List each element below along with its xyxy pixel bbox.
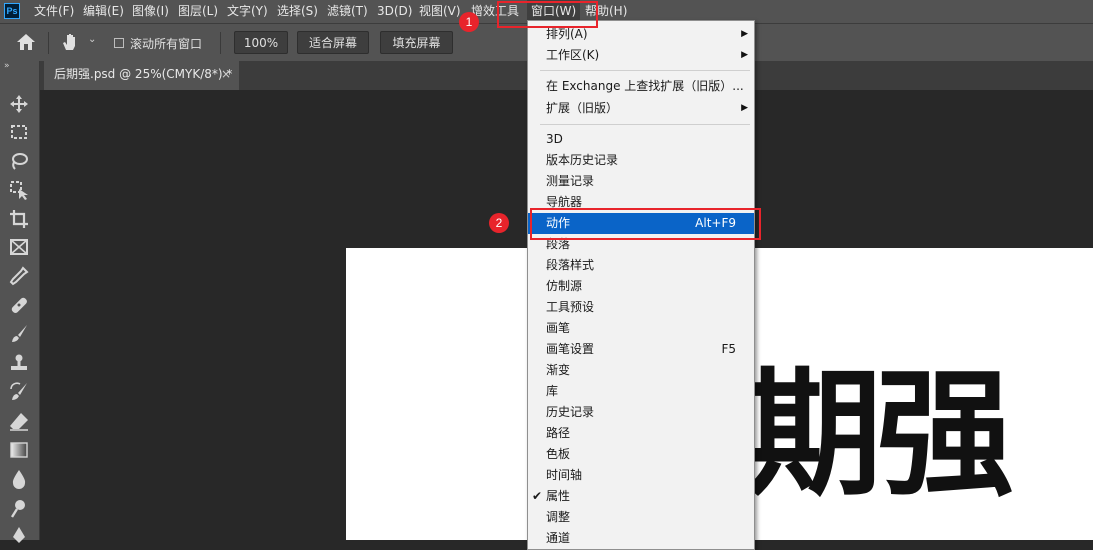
chevron-down-icon[interactable]: ⌄	[88, 34, 96, 45]
tools-panel: »	[0, 61, 40, 543]
close-icon[interactable]: ×	[221, 61, 231, 88]
photoshop-logo-icon: Ps	[4, 3, 20, 19]
menu-separator	[540, 124, 750, 125]
menu-file[interactable]: 文件(F)	[34, 0, 74, 23]
menu-layer[interactable]: 图层(L)	[178, 0, 218, 23]
menu-item-label: 库	[546, 384, 559, 398]
fit-screen-button[interactable]: 适合屏幕	[297, 31, 369, 54]
submenu-arrow-icon: ▶	[741, 29, 748, 39]
menu-item-label: 历史记录	[546, 405, 595, 419]
menu-item-brush-settings[interactable]: 画笔设置 F5	[528, 339, 754, 360]
collapse-panel-icon[interactable]: »	[4, 61, 10, 71]
menu-item-label: 画笔	[546, 321, 571, 335]
healing-brush-tool-icon[interactable]	[8, 294, 32, 316]
menu-item-timeline[interactable]: 时间轴	[528, 465, 754, 486]
menu-item-label: 色板	[546, 447, 571, 461]
submenu-arrow-icon: ▶	[741, 50, 748, 60]
menu-item-label: 工具预设	[546, 300, 595, 314]
menu-item-adjustments[interactable]: 调整	[528, 507, 754, 528]
zoom-100-button[interactable]: 100%	[234, 31, 288, 54]
canvas-text: 期强	[744, 354, 1014, 515]
object-selection-tool-icon[interactable]	[8, 179, 32, 201]
annotation-box-window-menu	[497, 1, 598, 28]
eyedropper-tool-icon[interactable]	[8, 265, 32, 287]
menu-item-channels[interactable]: 通道	[528, 528, 754, 549]
lasso-tool-icon[interactable]	[8, 150, 32, 172]
menu-filter[interactable]: 滤镜(T)	[327, 0, 368, 23]
menu-item-label: 测量记录	[546, 174, 595, 188]
menu-item-find-extensions[interactable]: 在 Exchange 上查找扩展（旧版）...	[528, 76, 754, 97]
brush-tool-icon[interactable]	[8, 323, 32, 345]
stamp-tool-icon[interactable]	[8, 352, 32, 374]
menu-item-history[interactable]: 历史记录	[528, 402, 754, 423]
menu-item-swatches[interactable]: 色板	[528, 444, 754, 465]
document-tab[interactable]: 后期强.psd @ 25%(CMYK/8*) * ×	[44, 61, 239, 90]
menu-edit[interactable]: 编辑(E)	[83, 0, 124, 23]
frame-tool-icon[interactable]	[8, 236, 32, 258]
menu-item-paths[interactable]: 路径	[528, 423, 754, 444]
menu-item-libraries[interactable]: 库	[528, 381, 754, 402]
pen-tool-icon[interactable]	[8, 524, 32, 546]
annotation-badge-2: 2	[489, 213, 509, 233]
menu-separator	[540, 70, 750, 71]
home-icon[interactable]	[16, 33, 36, 54]
marquee-tool-icon[interactable]	[8, 121, 32, 143]
submenu-arrow-icon: ▶	[741, 103, 748, 113]
scroll-all-label: 滚动所有窗口	[130, 37, 203, 51]
menu-item-shortcut: F5	[721, 342, 736, 356]
document-tab-title: 后期强.psd @ 25%(CMYK/8*) *	[54, 67, 233, 81]
menu-item-label: 工作区(K)	[546, 48, 600, 62]
options-separator	[48, 32, 49, 54]
menu-item-label: 时间轴	[546, 468, 583, 482]
menu-image[interactable]: 图像(I)	[132, 0, 169, 23]
menu-item-label: 调整	[546, 510, 571, 524]
menu-item-extensions[interactable]: 扩展（旧版） ▶	[528, 98, 754, 119]
menu-item-version-history[interactable]: 版本历史记录	[528, 150, 754, 171]
menu-item-label: 仿制源	[546, 279, 583, 293]
menu-item-label: 路径	[546, 426, 571, 440]
menu-item-label: 3D	[546, 132, 563, 146]
menu-view[interactable]: 视图(V)	[419, 0, 461, 23]
menu-item-paragraph-styles[interactable]: 段落样式	[528, 255, 754, 276]
menu-select[interactable]: 选择(S)	[277, 0, 318, 23]
menu-3d[interactable]: 3D(D)	[377, 0, 412, 23]
menu-item-measurement-log[interactable]: 测量记录	[528, 171, 754, 192]
menu-item-label: 段落样式	[546, 258, 595, 272]
menu-item-label: 在 Exchange 上查找扩展（旧版）...	[546, 79, 744, 93]
menu-item-tool-presets[interactable]: 工具预设	[528, 297, 754, 318]
gradient-tool-icon[interactable]	[8, 439, 32, 461]
hand-tool-icon[interactable]	[60, 32, 80, 55]
options-separator	[220, 32, 221, 54]
menu-item-workspace[interactable]: 工作区(K) ▶	[528, 45, 754, 66]
menu-type[interactable]: 文字(Y)	[227, 0, 268, 23]
annotation-badge-1: 1	[459, 12, 479, 32]
menu-item-label: 版本历史记录	[546, 153, 619, 167]
move-tool-icon[interactable]	[8, 93, 32, 115]
blur-tool-icon[interactable]	[8, 468, 32, 490]
menu-item-clone-source[interactable]: 仿制源	[528, 276, 754, 297]
menu-item-label: 画笔设置	[546, 342, 595, 356]
menu-item-gradients[interactable]: 渐变	[528, 360, 754, 381]
menu-item-3d[interactable]: 3D	[528, 129, 754, 150]
annotation-box-actions	[530, 208, 761, 240]
eraser-tool-icon[interactable]	[8, 410, 32, 432]
menu-item-label: 渐变	[546, 363, 571, 377]
checkmark-icon: ✔	[532, 489, 543, 503]
menu-item-label: 通道	[546, 531, 571, 545]
dodge-tool-icon[interactable]	[8, 497, 32, 519]
menu-item-properties[interactable]: ✔ 属性	[528, 486, 754, 507]
menu-item-label: 属性	[546, 489, 571, 503]
scroll-all-checkbox[interactable]	[114, 38, 124, 48]
history-brush-tool-icon[interactable]	[8, 381, 32, 403]
menu-item-label: 扩展（旧版）	[546, 101, 619, 115]
fill-screen-button[interactable]: 填充屏幕	[380, 31, 453, 54]
crop-tool-icon[interactable]	[8, 208, 32, 230]
window-menu-dropdown: 排列(A) ▶ 工作区(K) ▶ 在 Exchange 上查找扩展（旧版）...…	[527, 20, 755, 550]
menu-item-brushes[interactable]: 画笔	[528, 318, 754, 339]
